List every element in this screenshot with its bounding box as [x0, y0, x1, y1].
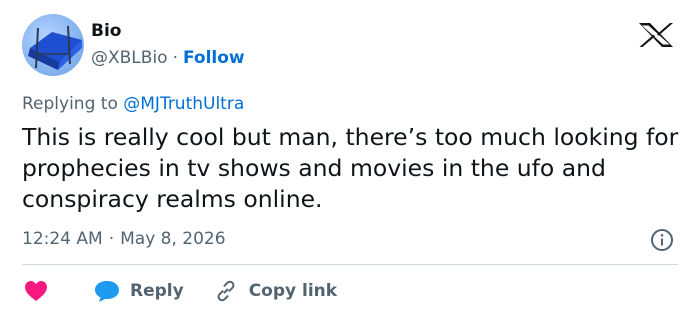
replying-to-label: Replying to: [22, 94, 118, 114]
tweet-time: 12:24 AM: [22, 229, 103, 249]
handle-separator: ·: [172, 48, 178, 68]
tweet-text: This is really cool but man, there’s too…: [22, 123, 679, 213]
divider: [22, 264, 678, 265]
like-button[interactable]: [24, 279, 50, 303]
action-bar: Reply Copy link: [24, 278, 337, 304]
reply-button[interactable]: Reply: [94, 280, 184, 302]
avatar[interactable]: [22, 14, 84, 76]
user-info: Bio @XBLBio · Follow: [91, 14, 245, 71]
tweet-date: May 8, 2026: [120, 229, 226, 249]
timestamp-separator: ·: [108, 229, 115, 249]
user-handle[interactable]: @XBLBio: [91, 48, 168, 68]
link-icon: [217, 280, 235, 302]
x-logo-icon[interactable]: [636, 21, 676, 49]
follow-button[interactable]: Follow: [183, 48, 245, 68]
display-name[interactable]: Bio: [91, 20, 245, 42]
mention-link[interactable]: @MJTruthUltra: [123, 94, 244, 114]
heart-icon: [25, 281, 47, 301]
tweet-timestamp[interactable]: 12:24 AM · May 8, 2026: [22, 227, 226, 251]
handle-row: @XBLBio · Follow: [91, 45, 245, 71]
info-icon[interactable]: [650, 228, 674, 252]
tweet-header: Bio @XBLBio · Follow: [22, 14, 245, 76]
reply-context: Replying to @MJTruthUltra: [22, 92, 244, 116]
copy-link-button[interactable]: Copy link: [214, 279, 337, 303]
speech-bubble-icon: [95, 281, 119, 302]
tweet-embed-card: Bio @XBLBio · Follow Replying to @MJTruthU…: [0, 0, 700, 318]
reply-label: Reply: [130, 281, 184, 301]
copy-link-label: Copy link: [248, 281, 338, 301]
